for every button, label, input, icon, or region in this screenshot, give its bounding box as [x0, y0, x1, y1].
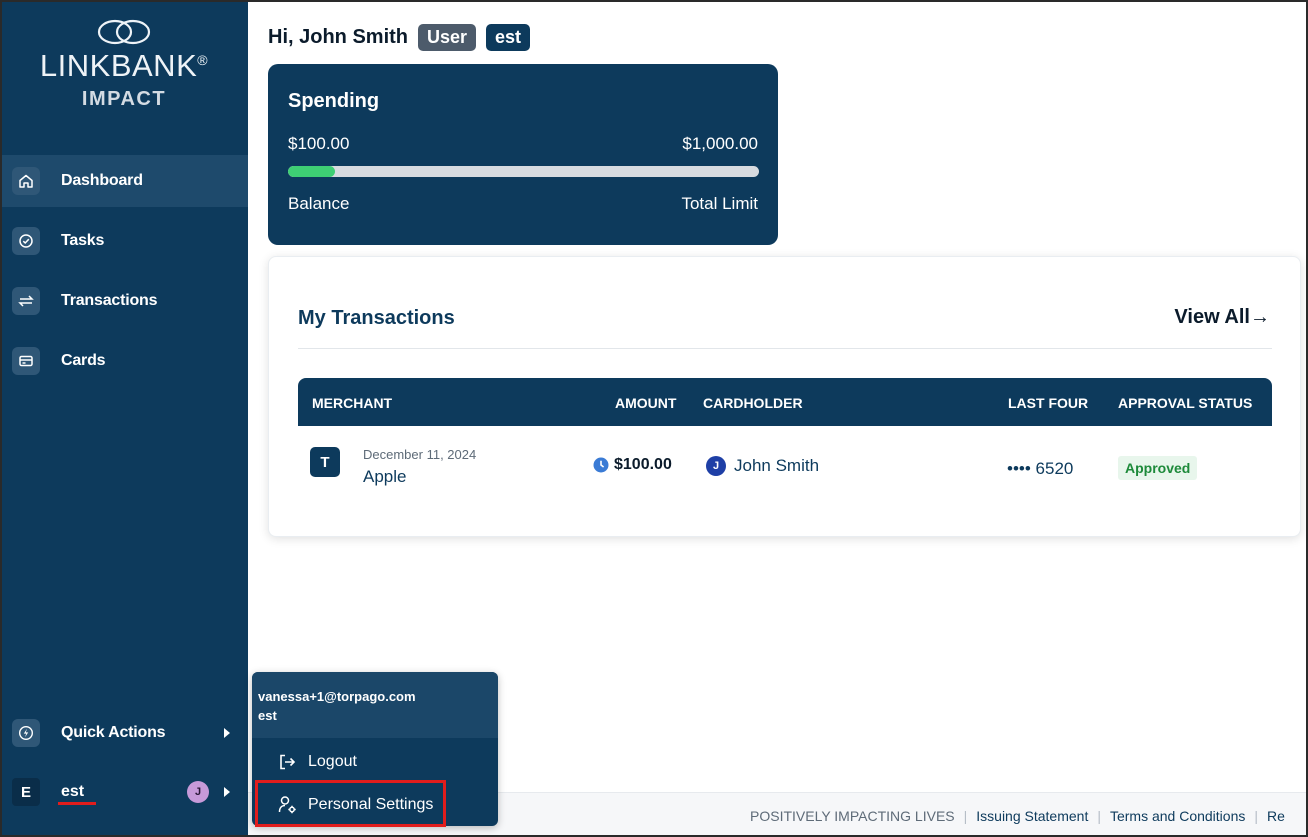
dropdown-header: vanessa+1@torpago.com est: [252, 672, 498, 738]
greeting: Hi, John Smith User est: [268, 24, 531, 51]
org-badge: est: [486, 24, 531, 51]
brand-sub: IMPACT: [81, 88, 167, 110]
column-header-approval-status[interactable]: APPROVAL STATUS: [1118, 395, 1252, 411]
column-header-amount[interactable]: AMOUNT: [615, 395, 676, 411]
sidebar-item-label: Transactions: [61, 292, 158, 309]
spending-title: Spending: [288, 90, 380, 112]
transfer-arrows-icon: [12, 287, 40, 315]
chevron-right-icon: [224, 728, 230, 738]
divider: [298, 348, 1272, 349]
avatar: J: [187, 781, 209, 803]
transaction-date: December 11, 2024: [363, 447, 477, 462]
logout-icon: [278, 753, 296, 771]
brand-name: LINKBANK®: [39, 48, 209, 83]
logout-label: Logout: [308, 753, 357, 770]
lightning-icon: [12, 719, 40, 747]
quick-actions-button[interactable]: Quick Actions: [0, 707, 248, 759]
footer-link-issuing-statement[interactable]: Issuing Statement: [976, 808, 1088, 824]
personal-settings-label: Personal Settings: [308, 796, 434, 813]
footer-link-terms[interactable]: Terms and Conditions: [1110, 808, 1245, 824]
sidebar-item-dashboard[interactable]: Dashboard: [0, 155, 248, 207]
home-icon: [12, 167, 40, 195]
column-header-cardholder[interactable]: CARDHOLDER: [703, 395, 803, 411]
column-header-merchant[interactable]: MERCHANT: [312, 395, 392, 411]
user-settings-icon: [278, 795, 298, 815]
amount-value: $100.00: [614, 456, 672, 473]
spending-card: Spending $100.00 $1,000.00 Balance Total…: [268, 64, 778, 245]
greeting-text: Hi, John Smith: [268, 26, 408, 48]
merchant-initial: T: [310, 447, 340, 477]
spending-progress-bar: [288, 166, 759, 177]
arrow-right-icon: →: [1250, 306, 1270, 328]
merchant-name: Apple: [363, 467, 407, 486]
personal-settings-menu-item[interactable]: Personal Settings: [252, 785, 498, 825]
cardholder-name: John Smith: [734, 456, 820, 475]
logo: LINKBANK® IMPACT: [0, 18, 248, 111]
table-header: MERCHANT AMOUNT CARDHOLDER LAST FOUR APP…: [298, 378, 1272, 426]
limit-value: $1,000.00: [682, 134, 758, 153]
check-circle-icon: [12, 227, 40, 255]
balance-value: $100.00: [288, 134, 350, 153]
user-dropdown-menu: vanessa+1@torpago.com est Logout Persona…: [252, 672, 498, 826]
user-email: vanessa+1@torpago.com: [258, 689, 416, 704]
amount-cell: $100.00: [593, 456, 672, 474]
footer-tagline: POSITIVELY IMPACTING LIVES: [750, 808, 955, 824]
cardholder-avatar: J: [706, 456, 726, 476]
sidebar: LINKBANK® IMPACT Dashboard Tasks Transac…: [0, 0, 248, 837]
role-badge: User: [418, 24, 477, 51]
org-name-underline: [58, 802, 96, 805]
transactions-card: My Transactions View All→ MERCHANT AMOUN…: [268, 256, 1301, 537]
org-initial: E: [12, 778, 40, 806]
footer-link-truncated[interactable]: Re: [1267, 808, 1285, 824]
limit-label: Total Limit: [681, 194, 758, 213]
chevron-right-icon: [224, 787, 230, 797]
user-org: est: [258, 708, 277, 723]
spending-progress-fill: [288, 166, 336, 177]
clock-icon: [593, 457, 609, 473]
org-name: est: [61, 783, 85, 800]
sidebar-item-label: Cards: [61, 352, 106, 369]
quick-actions-label: Quick Actions: [61, 724, 166, 741]
cardholder-cell: J John Smith: [706, 456, 819, 476]
status-badge: Approved: [1118, 456, 1198, 480]
view-all-link[interactable]: View All→: [1174, 306, 1270, 329]
view-all-label: View All: [1174, 306, 1250, 328]
sidebar-item-cards[interactable]: Cards: [0, 335, 248, 387]
sidebar-item-tasks[interactable]: Tasks: [0, 215, 248, 267]
credit-card-icon: [12, 347, 40, 375]
sidebar-item-label: Dashboard: [61, 172, 143, 189]
balance-label: Balance: [288, 194, 350, 213]
sidebar-item-label: Tasks: [61, 232, 105, 249]
transactions-title: My Transactions: [298, 307, 455, 329]
logout-menu-item[interactable]: Logout: [252, 742, 498, 782]
last-four-value: •••• 6520: [1007, 459, 1074, 478]
logo-rings-icon: [97, 19, 151, 45]
sidebar-item-transactions[interactable]: Transactions: [0, 275, 248, 327]
table-row[interactable]: T December 11, 2024 Apple $100.00 J John…: [298, 426, 1272, 512]
user-menu-button[interactable]: E est J: [0, 766, 248, 818]
column-header-last-four[interactable]: LAST FOUR: [1008, 395, 1088, 411]
